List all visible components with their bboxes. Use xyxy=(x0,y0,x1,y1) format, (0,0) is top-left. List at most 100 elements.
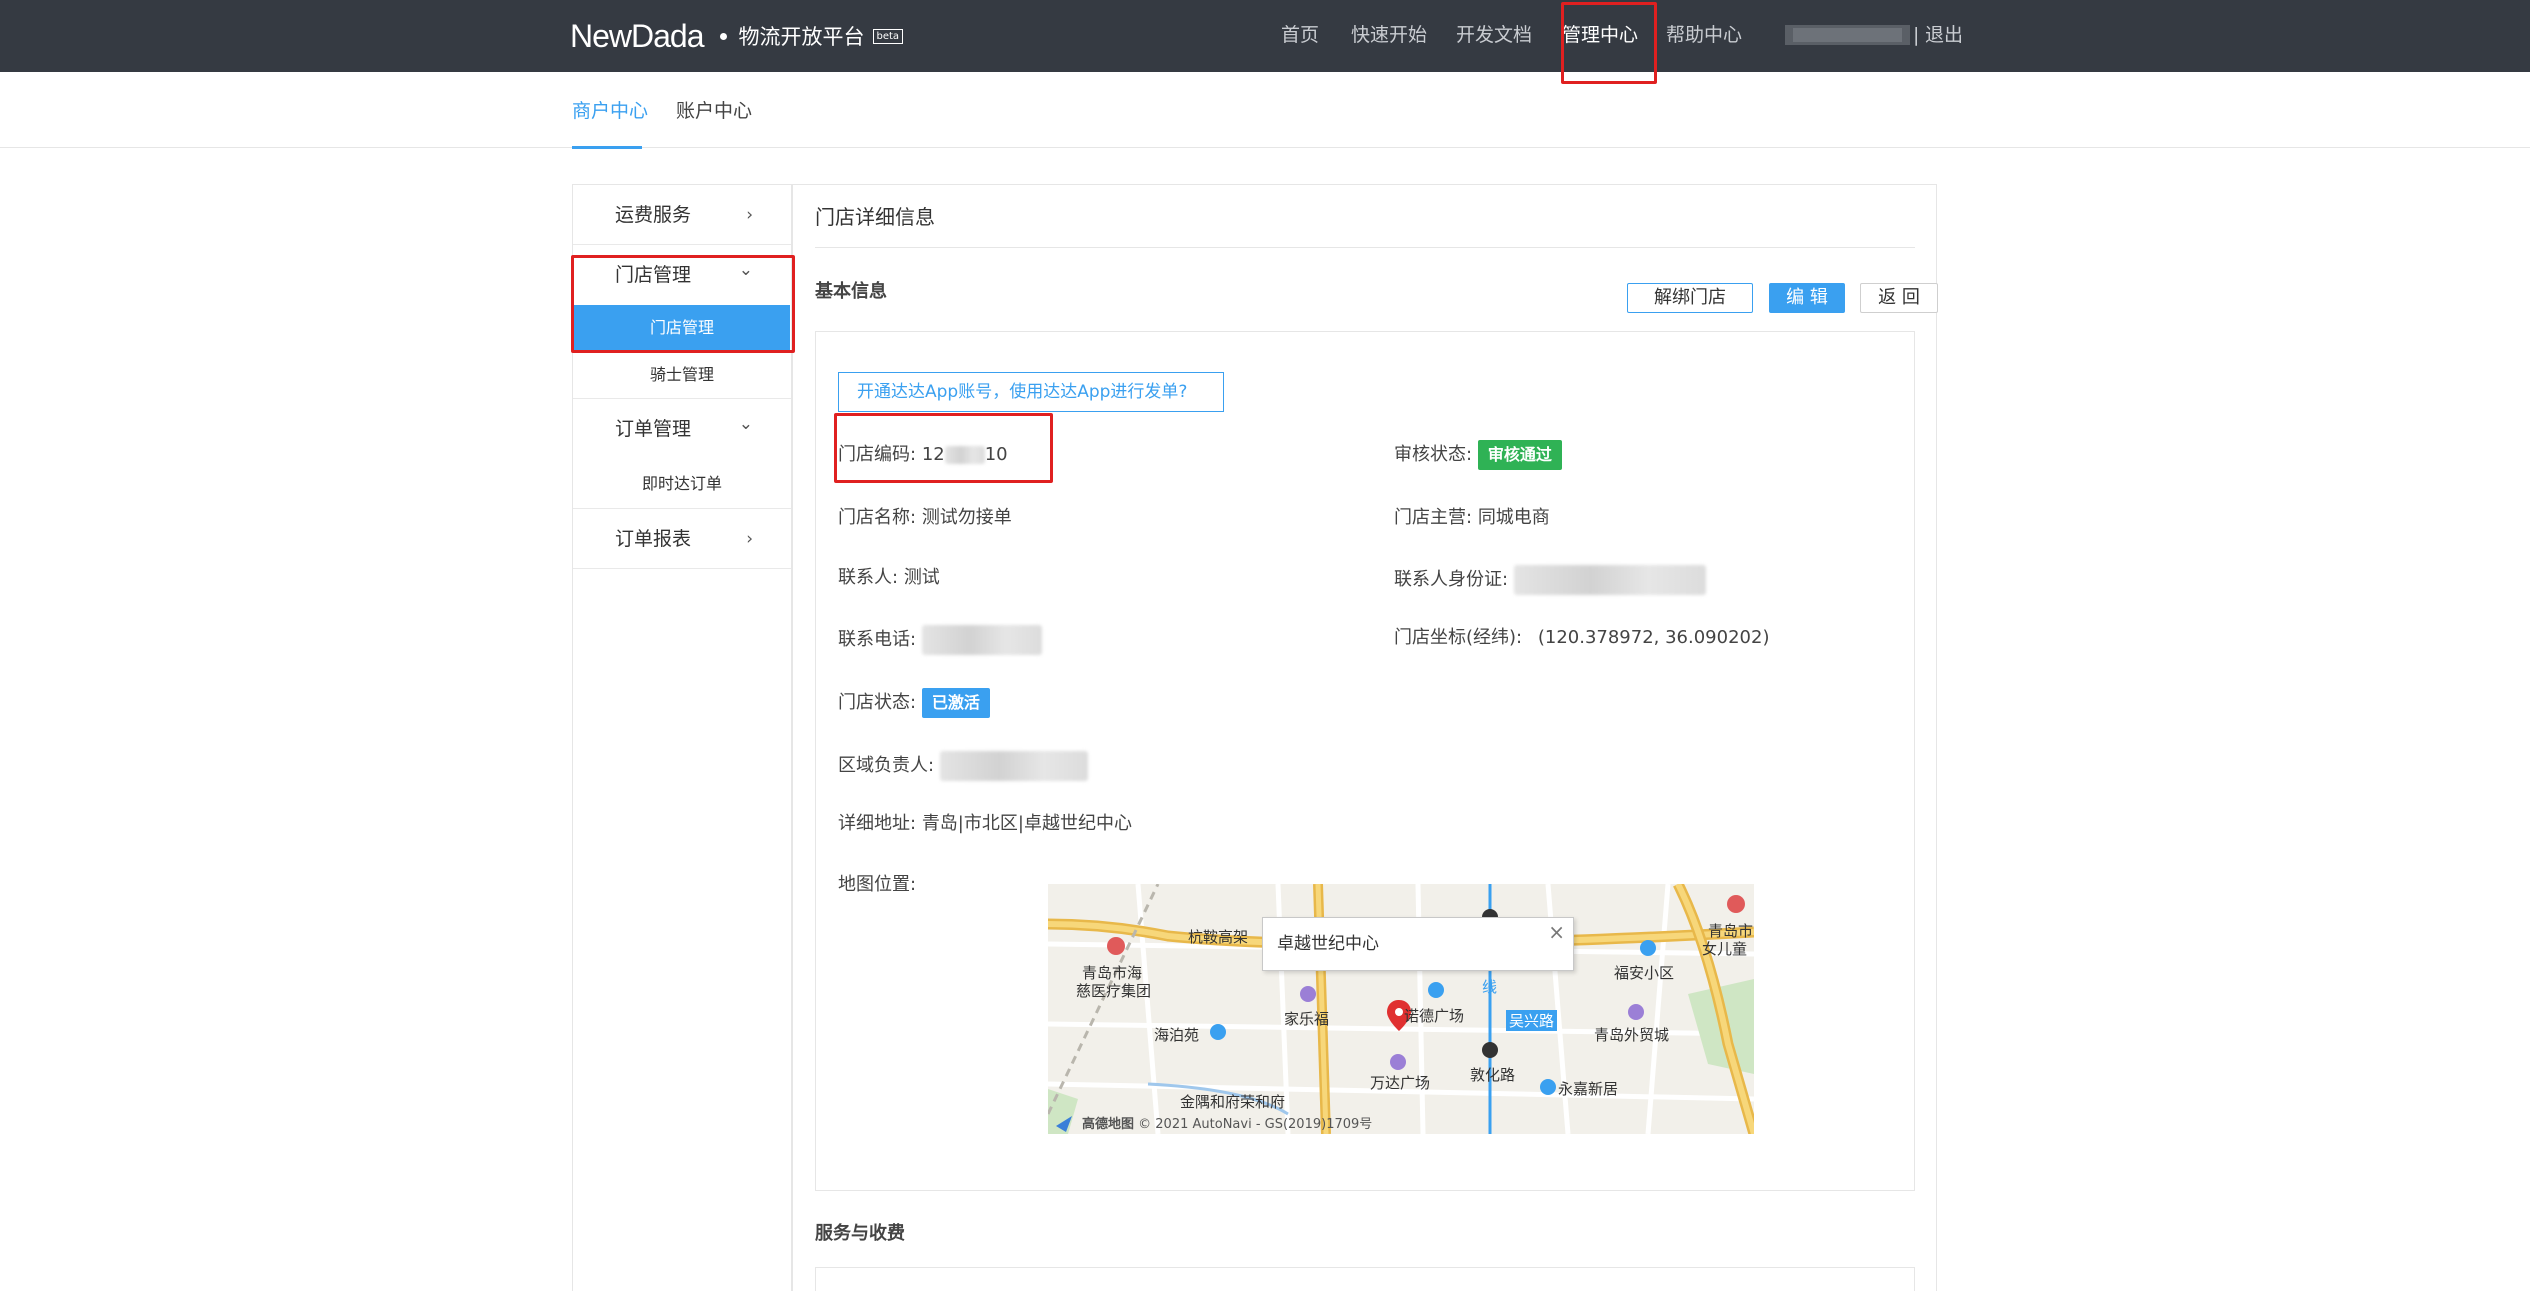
map-label-poi: 青岛外贸城 xyxy=(1594,1026,1670,1044)
back-button[interactable]: 返 回 xyxy=(1860,283,1938,313)
store-code-prefix: 12 xyxy=(921,444,945,465)
popup-title: 卓越世纪中心 xyxy=(1277,934,1379,954)
map-label-poi: 慈医疗集团 xyxy=(1076,982,1152,1000)
sidebar: 运费服务 › 门店管理 ⌄ 门店管理 骑士管理 订单管理 ⌄ 即时达订单 订单报… xyxy=(572,184,792,1291)
contact-id-redacted xyxy=(1513,565,1706,595)
field-store-code: 门店编码: 12 10 xyxy=(838,442,1008,468)
map-label-poi: 万达广场 xyxy=(1370,1074,1431,1092)
map-label-road: 杭鞍高架 xyxy=(1188,928,1249,946)
field-store-name: 门店名称: 测试勿接单 xyxy=(838,505,1012,531)
field-contact-id: 联系人身份证: xyxy=(1394,565,1706,595)
map-label-metro: 线 xyxy=(1482,978,1498,996)
map-logo: 高德地图 xyxy=(1082,1117,1135,1132)
field-map-label: 地图位置: xyxy=(838,874,917,895)
tab-merchant-center[interactable]: 商户中心 xyxy=(572,98,648,124)
field-address: 详细地址: 青岛|市北区|卓越世纪中心 xyxy=(838,811,1132,837)
map-info-popup: 卓越世纪中心 × xyxy=(1262,917,1574,971)
map-label-poi: 诺德广场 xyxy=(1404,1007,1465,1025)
sub-navbar: 商户中心 账户中心 xyxy=(0,72,2530,148)
nav-separator: | xyxy=(1913,24,1920,46)
basic-info-box: 开通达达App账号，使用达达App进行发单? 门店编码: 12 10 审核状态: … xyxy=(815,331,1915,1191)
field-label: 联系人: xyxy=(838,567,899,588)
contact-value: 测试 xyxy=(903,567,940,588)
service-fees-box xyxy=(815,1267,1915,1291)
coordinates-value: (120.378972, 36.090202) xyxy=(1537,627,1770,648)
divider xyxy=(815,247,1915,248)
store-name-value: 测试勿接单 xyxy=(921,507,1012,528)
field-region-manager: 区域负责人: xyxy=(838,751,1088,781)
map-label-poi: 海泊苑 xyxy=(1154,1026,1200,1044)
field-label: 审核状态: xyxy=(1394,444,1473,465)
field-label: 联系人身份证: xyxy=(1394,569,1509,590)
unbind-store-button[interactable]: 解绑门店 xyxy=(1627,283,1753,313)
field-phone: 联系电话: xyxy=(838,625,1042,655)
page-title: 门店详细信息 xyxy=(815,205,935,229)
nav-management-center[interactable]: 管理中心 xyxy=(1562,22,1638,48)
active-tab-underline xyxy=(572,146,642,149)
edit-button[interactable]: 编 辑 xyxy=(1769,283,1845,313)
map-copyright: 高德地图 © 2021 AutoNavi - GS(2019)1709号 xyxy=(1058,1113,1372,1132)
store-location-map[interactable]: 杭鞍高架 青岛市海 慈医疗集团 家乐福 诺德广场 海泊苑 万达广场 敦化路 永嘉… xyxy=(1048,884,1754,1134)
top-navbar: NewDada 物流开放平台 beta 首页 快速开始 开发文档 管理中心 帮助… xyxy=(0,0,2530,72)
sidebar-subitem-rider-management[interactable]: 骑士管理 xyxy=(573,351,791,399)
phone-redacted xyxy=(921,625,1042,655)
field-review-status: 审核状态: 审核通过 xyxy=(1394,440,1562,470)
field-store-category: 门店主营: 同城电商 xyxy=(1394,505,1550,531)
map-label-poi: 家乐福 xyxy=(1284,1010,1330,1028)
sidebar-item-order-reports[interactable]: 订单报表 › xyxy=(573,509,791,569)
nav-help-center[interactable]: 帮助中心 xyxy=(1666,22,1742,48)
sidebar-subitem-instant-orders[interactable]: 即时达订单 xyxy=(573,459,791,509)
nav-dev-docs[interactable]: 开发文档 xyxy=(1456,22,1532,48)
beta-badge: beta xyxy=(872,28,904,44)
field-label: 门店名称: xyxy=(838,507,917,528)
field-label: 门店状态: xyxy=(838,692,917,713)
field-contact: 联系人: 测试 xyxy=(838,565,940,591)
field-label: 详细地址: xyxy=(838,813,917,834)
logo[interactable]: NewDada 物流开放平台 beta xyxy=(570,14,904,58)
brand-name: NewDada xyxy=(570,17,705,54)
sidebar-item-label: 订单报表 xyxy=(615,528,692,550)
sidebar-item-label: 订单管理 xyxy=(615,418,692,440)
section-title-service-fees: 服务与收费 xyxy=(815,1223,905,1244)
field-label: 门店坐标(经纬): xyxy=(1394,627,1523,648)
store-detail-panel: 门店详细信息 基本信息 解绑门店 编 辑 返 回 开通达达App账号，使用达达A… xyxy=(792,184,1938,1291)
sidebar-item-store-management[interactable]: 门店管理 ⌄ xyxy=(573,245,791,305)
field-label: 门店编码: xyxy=(838,444,917,465)
map-label-poi: 永嘉新居 xyxy=(1558,1080,1619,1098)
section-title-basic-info: 基本信息 xyxy=(815,281,887,302)
map-label-poi: 金隅和府荣和府 xyxy=(1180,1093,1286,1111)
store-code-suffix: 10 xyxy=(984,444,1008,465)
field-label: 区域负责人: xyxy=(838,755,935,776)
sidebar-subitem-store-management[interactable]: 门店管理 xyxy=(574,305,790,351)
chevron-down-icon: ⌄ xyxy=(738,260,753,280)
map-copyright-text: © 2021 AutoNavi - GS(2019)1709号 xyxy=(1138,1117,1373,1132)
field-label: 门店主营: xyxy=(1394,507,1473,528)
sidebar-item-label: 门店管理 xyxy=(615,264,692,286)
map-label-poi: 福安小区 xyxy=(1614,964,1675,982)
field-store-status: 门店状态: 已激活 xyxy=(838,688,990,718)
field-coordinates: 门店坐标(经纬): (120.378972, 36.090202) xyxy=(1394,625,1769,651)
nav-quick-start[interactable]: 快速开始 xyxy=(1351,22,1427,48)
map-label-poi: 敦化路 xyxy=(1470,1066,1516,1084)
platform-name: 物流开放平台 xyxy=(738,25,865,49)
chevron-right-icon: › xyxy=(746,529,753,549)
chevron-right-icon: › xyxy=(746,205,753,225)
store-status-badge: 已激活 xyxy=(921,688,990,718)
map-label-poi: 女儿童 xyxy=(1702,940,1748,958)
store-category-value: 同城电商 xyxy=(1477,507,1550,528)
tab-account-center[interactable]: 账户中心 xyxy=(676,98,752,124)
chevron-down-icon: ⌄ xyxy=(738,414,753,434)
review-status-badge: 审核通过 xyxy=(1477,440,1562,470)
sidebar-item-label: 运费服务 xyxy=(615,204,692,226)
logout-link[interactable]: 退出 xyxy=(1925,22,1963,48)
map-label-road: 吴兴路 xyxy=(1506,1010,1558,1031)
logo-dot xyxy=(719,32,727,40)
close-icon[interactable]: × xyxy=(1548,906,1565,958)
region-manager-redacted xyxy=(939,751,1088,781)
nav-home[interactable]: 首页 xyxy=(1281,22,1319,48)
open-dada-app-link[interactable]: 开通达达App账号，使用达达App进行发单? xyxy=(838,372,1224,412)
store-code-redacted xyxy=(944,446,985,464)
sidebar-item-order-management[interactable]: 订单管理 ⌄ xyxy=(573,399,791,459)
user-account-blurred[interactable] xyxy=(1785,25,1910,45)
sidebar-item-freight-service[interactable]: 运费服务 › xyxy=(573,185,791,245)
